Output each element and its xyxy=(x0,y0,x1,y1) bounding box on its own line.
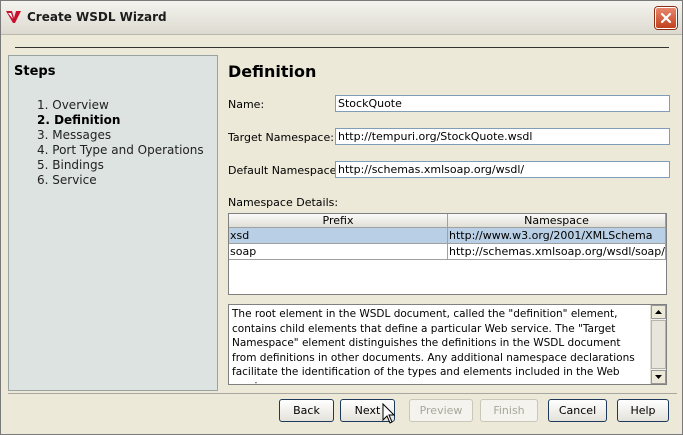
close-icon xyxy=(660,12,672,24)
step-item-port-type: 4. Port Type and Operations xyxy=(37,143,204,157)
target-namespace-field[interactable] xyxy=(335,128,670,145)
default-namespace-field[interactable] xyxy=(335,161,670,178)
mouse-cursor-icon xyxy=(382,403,396,424)
title-bar[interactable]: Create WSDL Wizard xyxy=(1,1,682,35)
column-header-namespace[interactable]: Namespace xyxy=(448,214,666,228)
app-logo-icon xyxy=(6,11,21,23)
namespace-table: Prefix Namespace xsd http://www.w3.org/2… xyxy=(228,213,667,295)
prefix-cell[interactable]: xsd xyxy=(229,228,448,244)
scroll-thumb[interactable] xyxy=(651,320,666,369)
steps-panel: Steps 1. Overview 2. Definition 3. Messa… xyxy=(8,55,218,391)
name-label: Name: xyxy=(228,98,265,111)
prefix-cell[interactable]: soap xyxy=(229,244,448,260)
arrow-down-icon xyxy=(655,375,662,379)
target-namespace-label: Target Namespace: xyxy=(228,131,334,144)
arrow-up-icon xyxy=(655,310,662,314)
name-field[interactable] xyxy=(335,95,670,112)
back-button[interactable]: Back xyxy=(279,399,334,422)
step-list: 1. Overview 2. Definition 3. Messages 4.… xyxy=(37,98,204,188)
close-button[interactable] xyxy=(655,7,677,29)
table-row[interactable]: xsd http://www.w3.org/2001/XMLSchema xyxy=(229,228,666,244)
column-header-prefix[interactable]: Prefix xyxy=(229,214,448,228)
scroll-down-button[interactable] xyxy=(651,370,666,384)
namespace-details-label: Namespace Details: xyxy=(228,196,339,209)
namespace-cell[interactable]: http://www.w3.org/2001/XMLSchema xyxy=(448,228,666,244)
step-item-overview: 1. Overview xyxy=(37,98,109,112)
step-item-bindings: 5. Bindings xyxy=(37,158,104,172)
cancel-button[interactable]: Cancel xyxy=(548,399,607,422)
help-button[interactable]: Help xyxy=(617,399,669,422)
window-title: Create WSDL Wizard xyxy=(27,10,167,24)
scroll-up-button[interactable] xyxy=(651,305,666,319)
table-row[interactable]: soap http://schemas.xmlsoap.org/wsdl/soa… xyxy=(229,244,666,260)
finish-button[interactable]: Finish xyxy=(480,399,538,422)
description-text: The root element in the WSDL document, c… xyxy=(232,308,635,384)
description-scrollbar[interactable] xyxy=(650,305,666,384)
namespace-cell[interactable]: http://schemas.xmlsoap.org/wsdl/soap/ xyxy=(448,244,666,260)
page-title: Definition xyxy=(228,62,317,81)
steps-title: Steps xyxy=(14,64,56,79)
step-item-definition: 2. Definition xyxy=(37,113,121,127)
description-box[interactable]: The root element in the WSDL document, c… xyxy=(228,304,667,385)
default-namespace-label: Default Namespace: xyxy=(228,164,341,177)
step-item-messages: 3. Messages xyxy=(37,128,112,142)
preview-button[interactable]: Preview xyxy=(409,399,473,422)
header-divider xyxy=(15,47,669,48)
step-item-service: 6. Service xyxy=(37,173,97,187)
wizard-window: Create WSDL Wizard Steps 1. Overview 2. … xyxy=(0,0,683,435)
